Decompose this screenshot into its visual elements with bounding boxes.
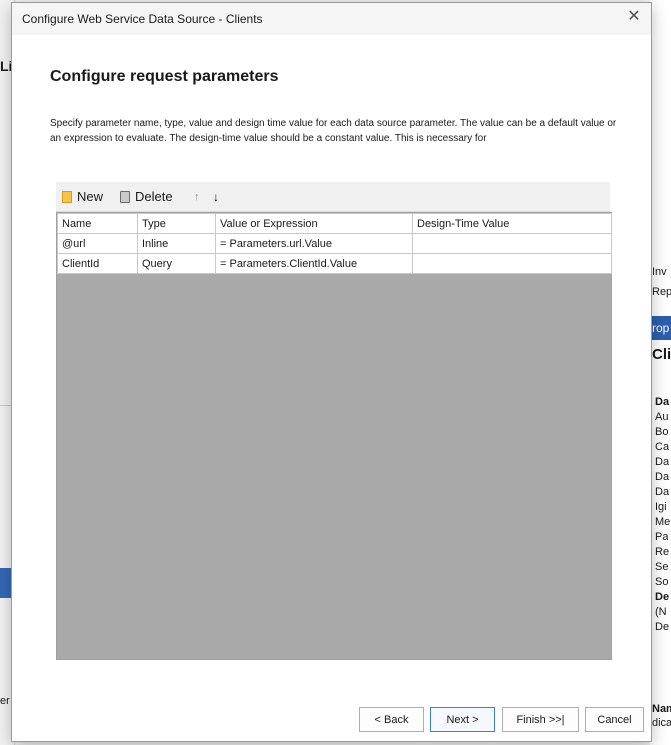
table-header-row: Name Type Value or Expression Design-Tim…	[57, 213, 612, 234]
dialog-titlebar: Configure Web Service Data Source - Clie…	[12, 3, 651, 35]
dialog-footer: < Back Next > Finish >>| Cancel	[12, 693, 651, 741]
new-button[interactable]: New	[62, 187, 103, 206]
background-prop-row: Se	[655, 561, 669, 573]
background-prop-row: Ca	[655, 441, 670, 453]
close-icon[interactable]: ✕	[625, 8, 643, 26]
cell-value[interactable]: = Parameters.url.Value	[215, 233, 413, 254]
column-header-type[interactable]: Type	[137, 213, 216, 234]
background-prop-row: Bo	[655, 426, 669, 438]
background-prop-row: (N	[655, 606, 667, 618]
column-header-design-time[interactable]: Design-Time Value	[412, 213, 612, 234]
finish-button[interactable]: Finish >>|	[502, 707, 579, 732]
cell-type[interactable]: Inline	[137, 233, 216, 254]
background-prop-row: Pa	[655, 531, 669, 543]
background-fragment-nam: Nam	[652, 703, 671, 715]
cancel-button[interactable]: Cancel	[585, 707, 644, 732]
delete-button-label: Delete	[135, 189, 173, 204]
cell-type[interactable]: Query	[137, 253, 216, 274]
cell-design-time[interactable]	[412, 233, 612, 254]
trash-icon	[120, 190, 130, 203]
back-button[interactable]: < Back	[359, 707, 424, 732]
background-right-panel	[650, 0, 671, 745]
delete-button[interactable]: Delete	[120, 187, 173, 206]
background-prop-row: De	[655, 591, 670, 603]
column-header-name[interactable]: Name	[57, 213, 138, 234]
background-fragment-er: er	[0, 695, 10, 707]
background-prop-row: Igi	[655, 501, 667, 513]
cell-name[interactable]: ClientId	[57, 253, 138, 274]
new-button-label: New	[77, 189, 104, 204]
background-prop-row: Da	[655, 486, 670, 498]
parameters-grid[interactable]: Name Type Value or Expression Design-Tim…	[56, 212, 612, 660]
move-up-button[interactable]: ↑	[194, 187, 200, 206]
move-down-button[interactable]: ↓	[213, 187, 219, 206]
background-fragment-dica: dica	[652, 717, 671, 729]
page-heading: Configure request parameters	[50, 68, 279, 85]
cell-name[interactable]: @url	[57, 233, 138, 254]
background-prop-row: Da	[655, 471, 670, 483]
background-prop-row: Da	[655, 396, 670, 408]
background-prop-row: Da	[655, 456, 670, 468]
background-prop-row: Me	[655, 516, 671, 528]
arrow-up-icon: ↑	[194, 190, 200, 203]
background-fragment-clie: Clie	[652, 346, 671, 363]
table-row[interactable]: ClientId Query = Parameters.ClientId.Val…	[57, 253, 612, 274]
background-prop-row: So	[655, 576, 669, 588]
background-fragment-prop: rop	[652, 321, 670, 335]
background-prop-row: Au	[655, 411, 669, 423]
background-prop-row: De	[655, 621, 670, 633]
new-document-icon	[62, 190, 72, 203]
background-fragment-inv: Inv	[652, 266, 667, 278]
cell-design-time[interactable]	[412, 253, 612, 274]
arrow-down-icon: ↓	[213, 189, 219, 204]
column-header-value[interactable]: Value or Expression	[215, 213, 413, 234]
background-prop-row: Re	[655, 546, 670, 558]
dialog-title: Configure Web Service Data Source - Clie…	[22, 12, 263, 26]
page-description: Specify parameter name, type, value and …	[50, 118, 617, 144]
parameters-table: Name Type Value or Expression Design-Tim…	[57, 213, 612, 274]
cell-value[interactable]: = Parameters.ClientId.Value	[215, 253, 413, 274]
background-fragment-repo: Repo	[652, 286, 671, 298]
parameters-toolbar: New Delete ↑ ↓	[56, 182, 610, 212]
next-button[interactable]: Next >	[430, 707, 495, 732]
table-row[interactable]: @url Inline = Parameters.url.Value	[57, 233, 612, 254]
configure-web-service-dialog: Configure Web Service Data Source - Clie…	[11, 2, 652, 742]
